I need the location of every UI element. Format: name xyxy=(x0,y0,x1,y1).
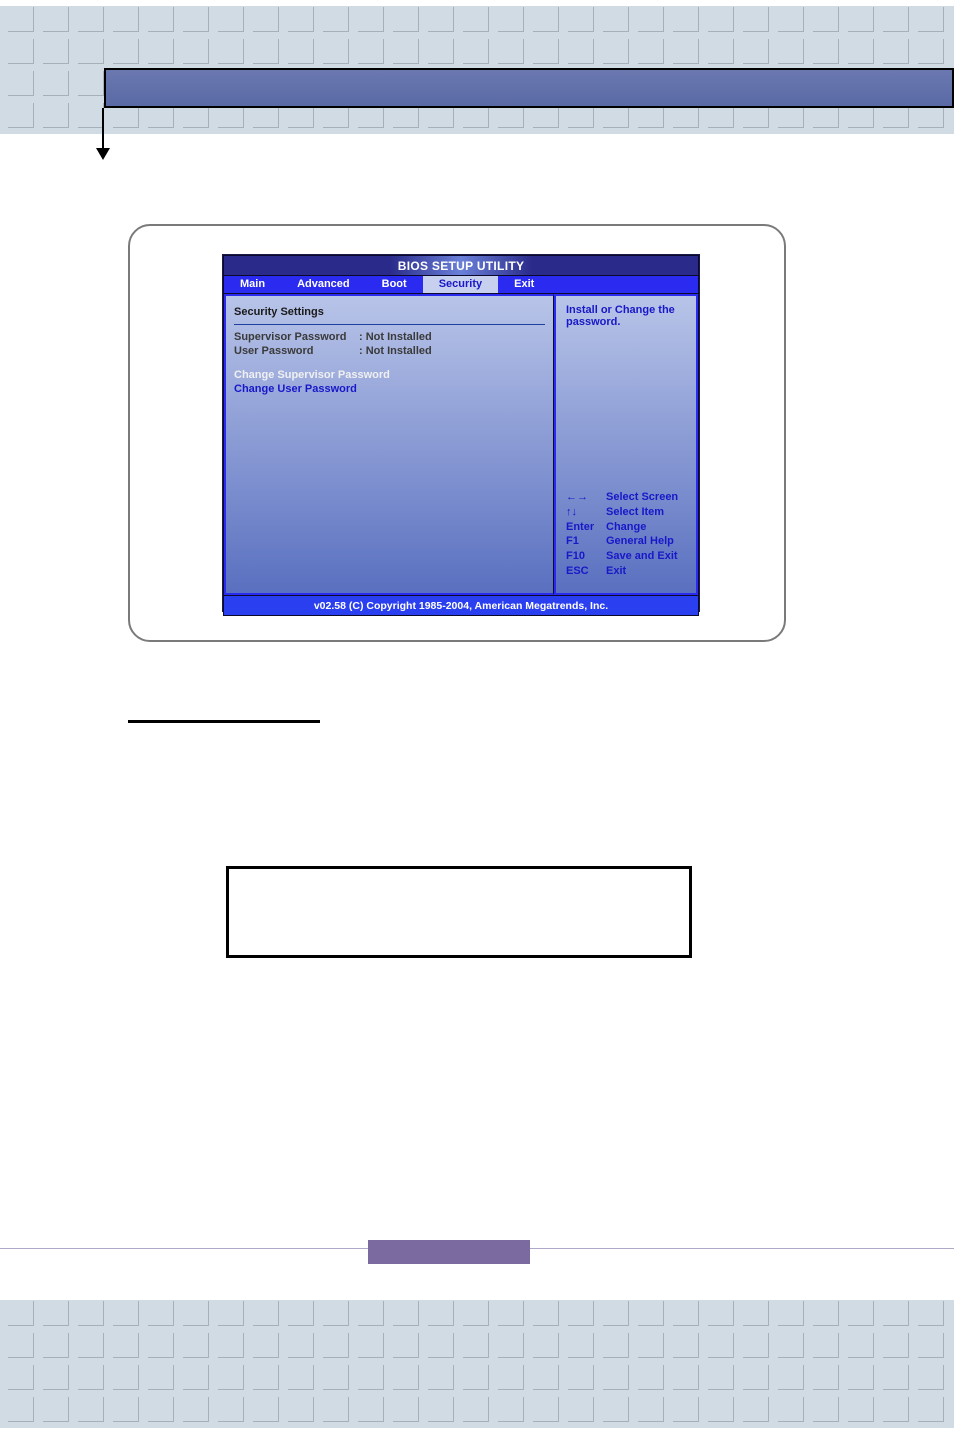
bios-screenshot-frame: BIOS SETUP UTILITY Main Advanced Boot Se… xyxy=(128,224,786,642)
hint-key: ←→ xyxy=(566,490,606,505)
status-value: : Not Installed xyxy=(359,331,432,343)
status-row-supervisor: Supervisor Password : Not Installed xyxy=(234,331,545,343)
panel-heading: Security Settings xyxy=(234,306,545,325)
bios-tab-bar: Main Advanced Boot Security Exit xyxy=(223,276,699,294)
status-value: : Not Installed xyxy=(359,345,432,357)
status-label: Supervisor Password xyxy=(234,331,359,343)
down-arrow-icon xyxy=(102,108,104,148)
help-text: password. xyxy=(566,316,686,328)
hint-action: Exit xyxy=(606,564,626,579)
hint-key: F1 xyxy=(566,534,606,549)
bios-main-panel: Security Settings Supervisor Password : … xyxy=(224,294,554,595)
tab-main[interactable]: Main xyxy=(224,276,281,293)
hint-action: Select Item xyxy=(606,505,664,520)
tab-security[interactable]: Security xyxy=(423,276,498,293)
bios-window: BIOS SETUP UTILITY Main Advanced Boot Se… xyxy=(222,254,700,612)
option-change-user-password[interactable]: Change User Password xyxy=(234,383,545,395)
hint-action: General Help xyxy=(606,534,674,549)
footer-chip xyxy=(368,1240,530,1264)
key-hints: ←→Select Screen ↑↓Select Item EnterChang… xyxy=(566,490,678,579)
bios-help-panel: Install or Change the password. ←→Select… xyxy=(554,294,698,595)
hint-key: F10 xyxy=(566,549,606,564)
decorative-checker-bottom xyxy=(0,1300,954,1428)
hint-key: Enter xyxy=(566,520,606,535)
hint-action: Select Screen xyxy=(606,490,678,505)
help-text: Install or Change the xyxy=(566,304,686,316)
hint-key: ESC xyxy=(566,564,606,579)
hint-action: Change xyxy=(606,520,646,535)
bios-body: Security Settings Supervisor Password : … xyxy=(223,294,699,596)
inline-callout-box xyxy=(226,866,692,958)
tab-boot[interactable]: Boot xyxy=(366,276,423,293)
option-change-supervisor-password[interactable]: Change Supervisor Password xyxy=(234,369,545,381)
section-header-banner xyxy=(104,68,954,108)
tab-advanced[interactable]: Advanced xyxy=(281,276,366,293)
tab-exit[interactable]: Exit xyxy=(498,276,550,293)
section-underline xyxy=(128,720,320,723)
status-row-user: User Password : Not Installed xyxy=(234,345,545,357)
bios-footer-copyright: v02.58 (C) Copyright 1985-2004, American… xyxy=(223,596,699,616)
hint-action: Save and Exit xyxy=(606,549,678,564)
bios-title-bar: BIOS SETUP UTILITY xyxy=(223,255,699,276)
hint-key: ↑↓ xyxy=(566,505,606,520)
status-label: User Password xyxy=(234,345,359,357)
